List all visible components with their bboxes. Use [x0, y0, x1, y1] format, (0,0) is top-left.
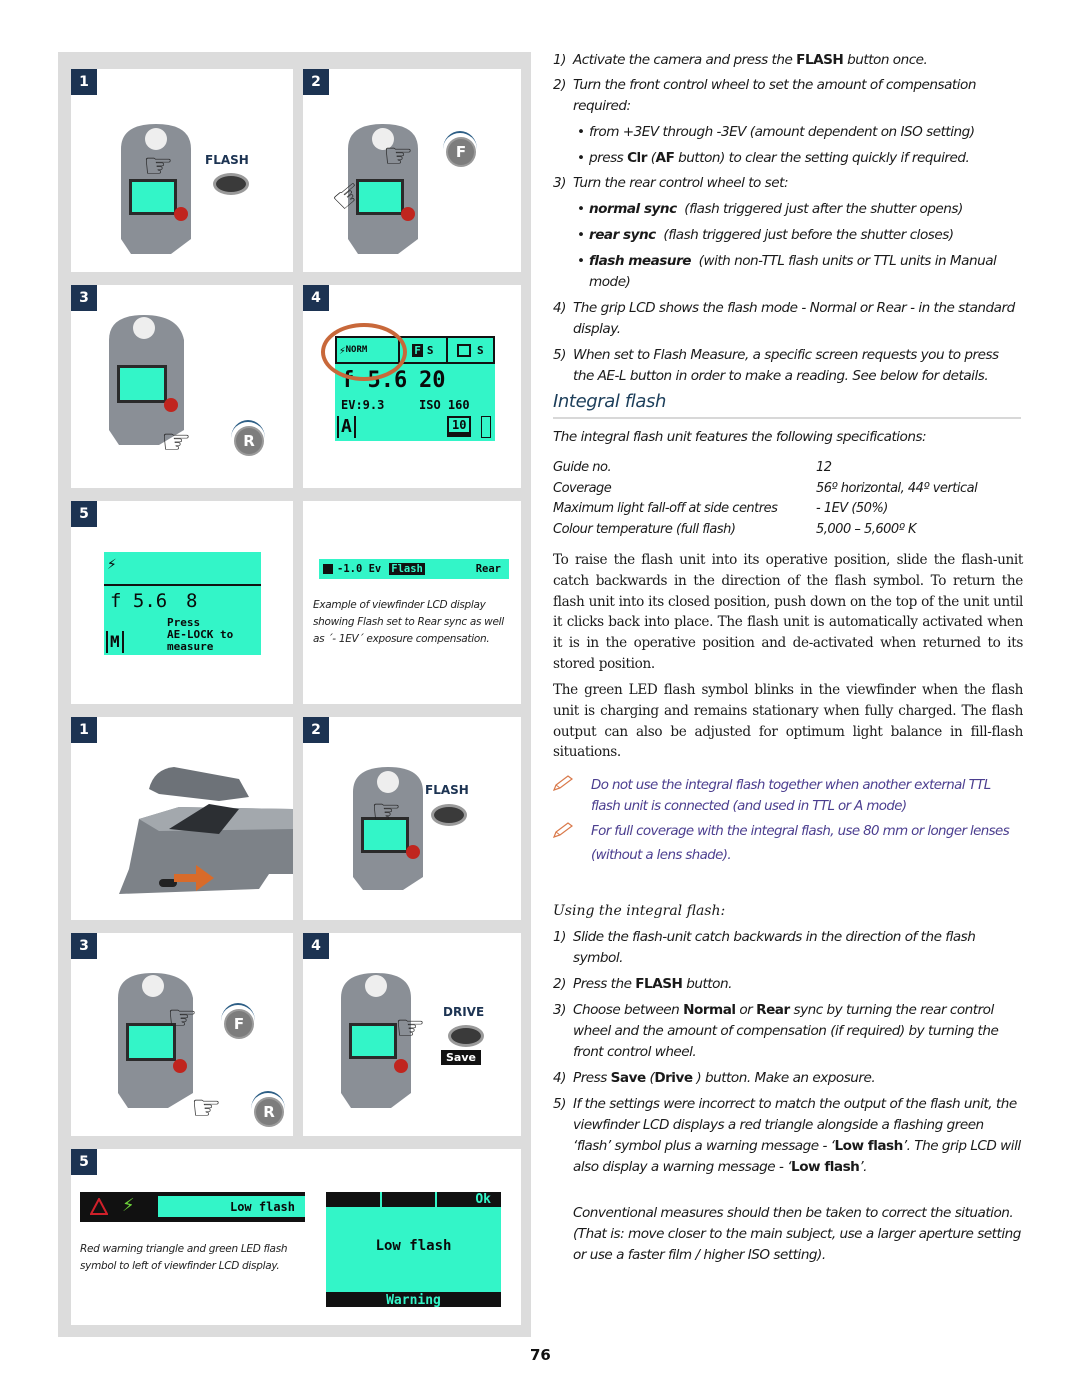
ok-softkey: Ok [475, 1192, 492, 1207]
conclusion-paragraph: Conventional measures should then be tak… [573, 1205, 1021, 1263]
drive-button-icon [448, 1025, 484, 1047]
body-paragraph: To raise the flash unit into its operati… [553, 552, 1023, 672]
step-badge: 3 [71, 285, 97, 311]
camera-grip-icon [121, 124, 191, 254]
step-badge: 1 [71, 69, 97, 95]
warning-triangle-icon [90, 1198, 108, 1215]
grip-lcd-warning: Ok Low flash Warning [326, 1192, 501, 1307]
highlight-circle [321, 323, 407, 381]
spec-label: Coverage [553, 481, 612, 496]
flash-button-icon [213, 173, 249, 195]
lcd-frame-counter: 10 [447, 416, 472, 437]
green-flash-led-icon: ⚡ [122, 1195, 135, 1216]
lcd-top-bar: Ok [326, 1192, 501, 1207]
step-badge: 5 [71, 501, 97, 527]
lcd-message-3: measure [167, 640, 214, 653]
section-heading: Integral flash [553, 391, 666, 412]
spec-label: Maximum light fall-off at side centres [553, 501, 778, 516]
body-paragraph: The green LED flash symbol blinks in the… [553, 682, 1023, 761]
front-wheel-icon: F [448, 139, 474, 165]
battery-icon [481, 416, 491, 438]
page-number: 76 [530, 1346, 551, 1364]
lcd-exposure-mode: M [106, 631, 124, 653]
figure-panel-3a: 3 ☞ R [71, 285, 293, 488]
lcd-message: Low flash [375, 1238, 452, 1254]
step-badge: 2 [303, 69, 329, 95]
lcd-exposure-mode: A [337, 416, 356, 438]
af-mode-cell: FS [400, 338, 448, 362]
spec-label: Colour temperature (full flash) [553, 522, 736, 537]
heading-rule [553, 417, 1021, 419]
rear-wheel-icon: R [256, 1099, 282, 1125]
spec-value: 5,000 – 5,600º K [816, 522, 916, 537]
grip-lcd-display: ⚡ f 5.6 8 M Press AE-LOCK to measure [104, 552, 261, 655]
figure-panel-2b: 2 ☞ FLASH [303, 717, 521, 920]
figure-panel-4b: 4 ☞ DRIVE Save [303, 933, 521, 1136]
spec-value: - 1EV (50%) [816, 501, 888, 516]
exposure-comp-icon [323, 564, 333, 574]
pointing-hand-icon: ☞ [395, 1008, 426, 1048]
viewfinder-comp-value: -1.0 Ev [337, 563, 382, 575]
viewfinder-lcd: -1.0 Ev Flash Rear [319, 559, 509, 579]
flash-icon: ⚡ [107, 554, 117, 573]
spec-label: Guide no. [553, 460, 612, 475]
figure-panel-5a: 5 ⚡ f 5.6 8 M Press AE-LOCK to measure [71, 501, 293, 704]
pointing-hand-icon: ☞ [191, 1088, 222, 1128]
lcd-aperture: f 5.6 [110, 590, 168, 612]
lcd-shutter: 20 [419, 368, 446, 393]
figure-panel-1b: 1 [71, 717, 293, 920]
lcd-bottom-bar: Warning [326, 1292, 501, 1307]
figure-panel-3b: 3 ☞ F ☞ R [71, 933, 293, 1136]
step-badge: 4 [303, 933, 329, 959]
spec-value: 12 [816, 460, 832, 475]
drive-button-label: DRIVE [443, 1005, 485, 1019]
rear-wheel-icon: R [236, 428, 262, 454]
flash-button-icon [431, 804, 467, 826]
pointing-hand-icon: ☞ [383, 136, 414, 176]
spec-intro: The integral flash unit features the fol… [553, 429, 927, 445]
camera-grip-icon [118, 973, 193, 1108]
lcd-shutter: 8 [186, 590, 198, 612]
flash-button-label: FLASH [205, 153, 249, 167]
viewfinder-sync-value: Rear [475, 563, 501, 575]
drive-mode-cell: S [448, 338, 493, 362]
figure-frame: 1 ☞ FLASH 2 ☞ ☞ F 3 ☞ R 4 ⚡ NORM F S S f… [58, 52, 531, 1337]
flash-button-label: FLASH [425, 783, 469, 797]
pointing-hand-icon: ☞ [371, 792, 402, 832]
step-badge: 1 [71, 717, 97, 743]
figure-panel-4a: 4 ⚡ NORM FS S f 5.6 20 EV:9.3 ISO 160 A 1… [303, 285, 521, 488]
figure-panel-1a: 1 ☞ FLASH [71, 69, 293, 272]
subheading: Using the integral flash: [553, 903, 726, 919]
lcd-ev: EV:9.3 [341, 398, 385, 412]
viewfinder-message: Low flash [158, 1196, 305, 1217]
pencil-note-icon [553, 775, 573, 791]
spec-value: 56º horizontal, 44º vertical [816, 481, 978, 496]
figure-panel-2a: 2 ☞ ☞ F [303, 69, 521, 272]
slide-arrow-icon [174, 865, 214, 891]
save-label: Save [441, 1050, 481, 1065]
viewfinder-lcd: ⚡ Low flash [80, 1192, 305, 1222]
step-badge: 4 [303, 285, 329, 311]
figure-panel-6a: -1.0 Ev Flash Rear Example of viewfinder… [303, 501, 521, 704]
step-badge: 5 [71, 1149, 97, 1175]
lcd-iso: ISO 160 [419, 398, 470, 412]
pointing-hand-icon: ☞ [167, 998, 198, 1038]
pointing-hand-icon: ☞ [161, 422, 192, 462]
flash-keyword: FLASH [796, 52, 844, 68]
figure-caption: Red warning triangle and green LED flash… [80, 1243, 288, 1272]
front-wheel-icon: F [226, 1011, 252, 1037]
figure-panel-5b: 5 ⚡ Low flash Red warning triangle and g… [71, 1149, 521, 1325]
pencil-note-icon [553, 822, 573, 838]
step-badge: 2 [303, 717, 329, 743]
figure-caption: Example of viewfinder LCD display showin… [313, 599, 504, 645]
pointing-hand-icon: ☞ [143, 146, 174, 186]
step-badge: 3 [71, 933, 97, 959]
lcd-divider [104, 584, 261, 586]
viewfinder-flash-label: Flash [389, 563, 425, 575]
